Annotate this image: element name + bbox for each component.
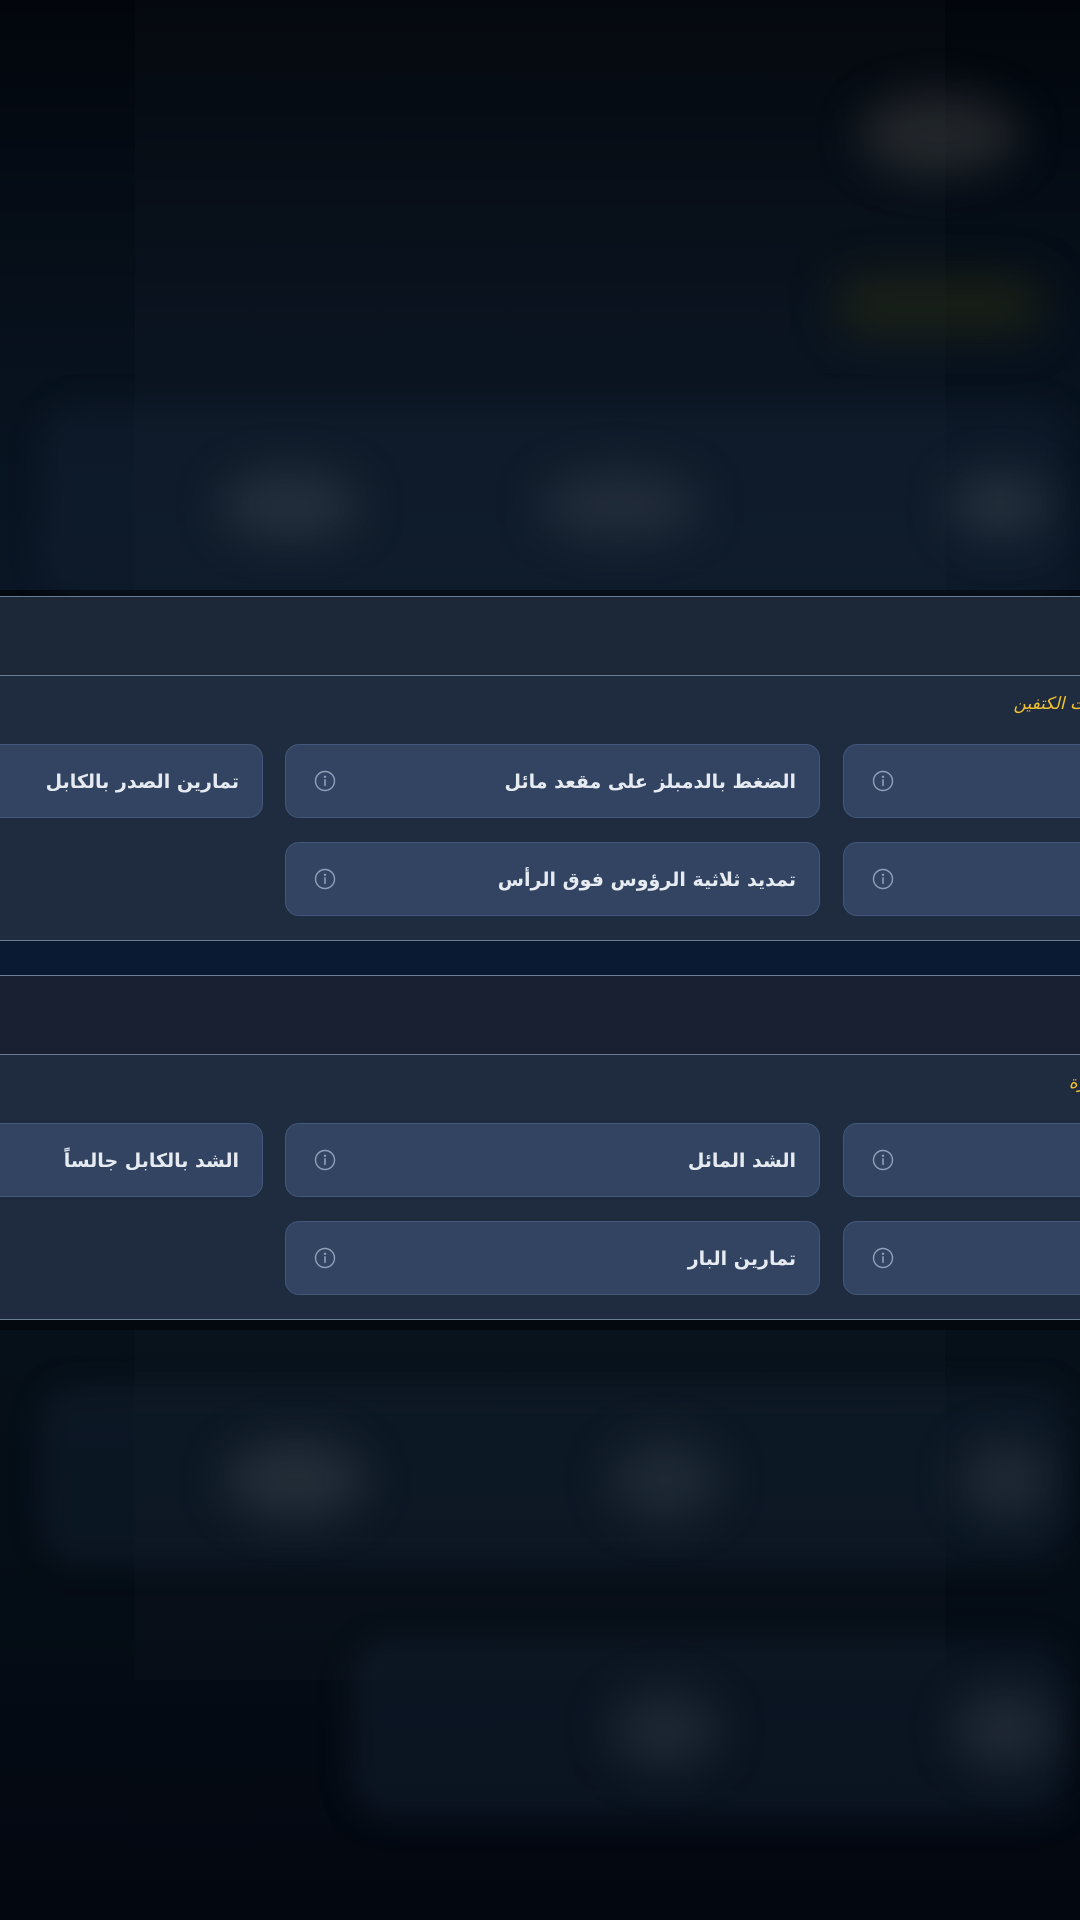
section-divider	[0, 941, 1080, 975]
exercise-section-back: رة الشد بالكابل جالساً الشد المائل تماري…	[0, 975, 1080, 1320]
blurred-icon-8	[955, 1690, 1055, 1770]
info-icon[interactable]	[872, 1247, 894, 1269]
exercise-tile[interactable]	[843, 1123, 1080, 1197]
blurred-avatar	[860, 95, 1020, 175]
section-header[interactable]	[0, 976, 1080, 1055]
blurred-icon-6	[960, 1440, 1050, 1520]
exercise-label: الضغط بالدمبلز على مقعد مائل	[504, 771, 796, 793]
exercise-label: تمارين الصدر بالكابل	[45, 771, 239, 793]
info-icon[interactable]	[872, 868, 894, 890]
exercise-section-shoulders: ت الكتفين تمارين الصدر بالكابل الضغط بال…	[0, 596, 1080, 941]
exercise-tile[interactable]: الشد بالكابل جالساً	[0, 1123, 263, 1197]
exercise-label: تمديد ثلاثية الرؤوس فوق الرأس	[497, 869, 796, 891]
blurred-icon-4	[225, 1440, 365, 1520]
blurred-badge	[835, 275, 1045, 335]
info-icon[interactable]	[872, 770, 894, 792]
info-icon[interactable]	[314, 1149, 336, 1171]
section-subtitle: رة	[1068, 1073, 1080, 1093]
exercise-tile[interactable]: الضغط بالدمبلز على مقعد مائل	[285, 744, 820, 818]
blurred-icon-2	[540, 470, 700, 540]
section-header[interactable]	[0, 597, 1080, 676]
blurred-icon-3	[950, 470, 1050, 540]
exercise-tile[interactable]: تمديد ثلاثية الرؤوس فوق الرأس	[285, 842, 820, 916]
exercise-tile[interactable]	[843, 1221, 1080, 1295]
info-icon[interactable]	[314, 868, 336, 890]
blurred-card-bottom-1	[40, 1385, 1070, 1565]
exercise-tile[interactable]	[843, 744, 1080, 818]
info-icon[interactable]	[314, 770, 336, 792]
blurred-icon-5	[610, 1440, 720, 1520]
exercise-label: الشد بالكابل جالساً	[63, 1150, 239, 1172]
exercise-tile[interactable]	[843, 842, 1080, 916]
exercise-label: الشد المائل	[687, 1150, 796, 1172]
blurred-icon-7	[610, 1690, 720, 1770]
info-icon[interactable]	[314, 1247, 336, 1269]
exercise-tile[interactable]: تمارين البار	[285, 1221, 820, 1295]
exercise-label: تمارين البار	[687, 1248, 796, 1270]
exercise-tile[interactable]: تمارين الصدر بالكابل	[0, 744, 263, 818]
section-subtitle: ت الكتفين	[1013, 694, 1080, 714]
blurred-icon-1	[220, 470, 360, 540]
exercise-tile[interactable]: الشد المائل	[285, 1123, 820, 1197]
info-icon[interactable]	[872, 1149, 894, 1171]
